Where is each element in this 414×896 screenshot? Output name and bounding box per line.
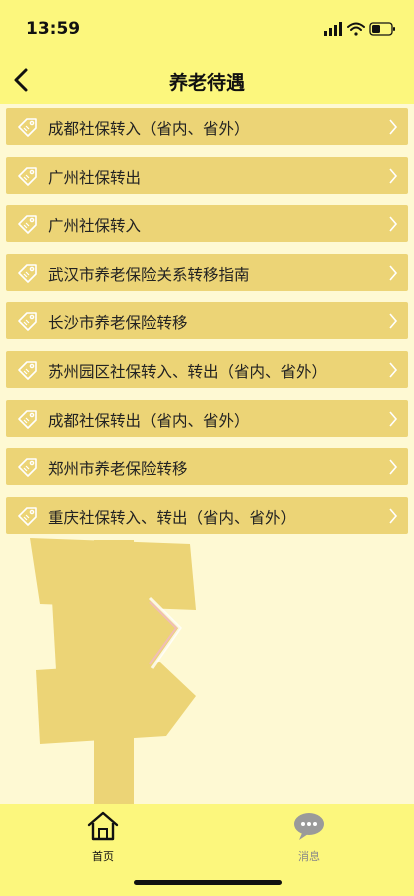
chevron-right-icon [389,411,398,427]
list-item-label: 长沙市养老保险转移 [48,314,188,333]
list-item[interactable]: 广州社保转入 [6,205,408,243]
tab-home-label: 首页 [92,850,114,863]
list-item-label: 成都社保转出（省内、省外） [48,411,250,430]
list-item[interactable]: 郑州市养老保险转移 [6,448,408,486]
list-item-label: 苏州园区社保转入、转出（省内、省外） [48,362,328,381]
header-bar: 13:59 养老待遇 [0,0,414,104]
list-item-label: 广州社保转入 [48,217,142,236]
tag-icon [18,215,37,234]
policy-list: 成都社保转入（省内、省外） 广州社保转出 广州社保转入 武汉市养老保险关系转移指… [6,108,408,545]
tab-messages-label: 消息 [298,850,320,863]
tag-icon [18,166,37,186]
tag-icon [18,458,37,477]
home-indicator [134,880,282,885]
cellular-signal-icon [324,22,342,36]
list-item[interactable]: 成都社保转出（省内、省外） [6,399,408,437]
list-item-label: 重庆社保转入、转出（省内、省外） [48,508,297,527]
tag-icon [18,312,37,332]
list-item[interactable]: 成都社保转入（省内、省外） [6,108,408,145]
tag-icon [18,506,37,526]
list-item[interactable]: 广州社保转出 [6,156,408,194]
chevron-right-icon [389,265,398,281]
list-item[interactable]: 武汉市养老保险关系转移指南 [6,253,408,291]
list-item-label: 郑州市养老保险转移 [48,460,188,479]
chevron-right-icon [389,313,398,329]
page-title: 养老待遇 [168,72,245,94]
chevron-right-icon [389,459,398,475]
wifi-icon [347,22,365,36]
list-item-label: 武汉市养老保险关系转移指南 [48,265,250,284]
chevron-right-icon [389,119,398,135]
chat-icon [294,813,324,840]
chevron-right-icon [389,168,398,184]
list-item[interactable]: 长沙市养老保险转移 [6,302,408,340]
list-item[interactable]: 重庆社保转入、转出（省内、省外） [6,496,408,534]
chevron-right-icon [389,508,398,524]
battery-icon [369,22,395,36]
chevron-right-icon [389,362,398,378]
status-time: 13:59 [26,19,81,39]
list-item-label: 成都社保转入（省内、省外） [48,120,250,138]
chevron-right-icon [389,216,398,232]
list-item-label: 广州社保转出 [48,168,142,187]
tag-icon [18,409,37,429]
tag-icon [18,263,37,283]
home-icon [87,811,119,841]
status-icons [324,22,395,36]
tag-icon [18,361,37,380]
tag-icon [18,118,37,137]
list-item[interactable]: 苏州园区社保转入、转出（省内、省外） [6,350,408,388]
tab-home[interactable]: 首页 [63,810,143,864]
tab-messages[interactable]: 消息 [269,810,349,864]
signpost-illustration [30,538,196,805]
